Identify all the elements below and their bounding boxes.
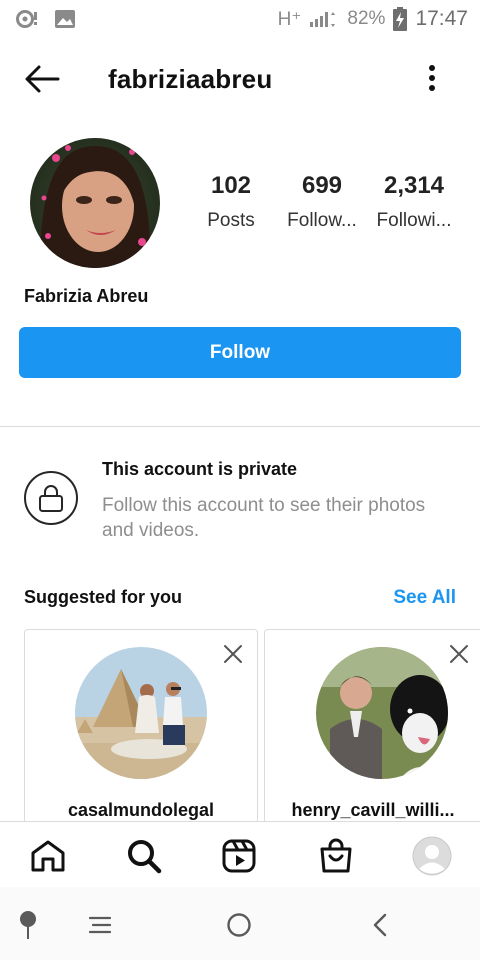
divider: [0, 426, 480, 427]
more-vertical-icon: [429, 65, 435, 91]
private-account-title: This account is private: [102, 459, 298, 479]
suggested-title: Suggested for you: [24, 587, 183, 607]
suggested-handle[interactable]: henry_cavill_willi...: [265, 800, 480, 821]
suggested-card[interactable]: casalmundolegal: [24, 629, 258, 839]
home-icon: [31, 840, 65, 872]
back-system-button[interactable]: [364, 909, 396, 941]
bottom-navigation: [0, 821, 480, 887]
stat-label: Posts: [207, 210, 255, 231]
stat-label: Followi...: [376, 210, 452, 231]
stat-value: 102: [210, 172, 252, 199]
lock-badge: [24, 471, 78, 525]
profile-avatar-icon: [412, 836, 452, 876]
stat-value: 699: [301, 172, 343, 199]
stat-following[interactable]: 2,314 Followi...: [364, 172, 464, 232]
search-icon: [128, 840, 162, 874]
suggested-avatar[interactable]: [316, 647, 448, 779]
signal-icon: [309, 9, 339, 29]
clock: 17:47: [415, 7, 468, 30]
lock-icon: [39, 485, 63, 512]
suggested-avatar[interactable]: [75, 647, 207, 779]
chevron-left-icon: [373, 913, 387, 937]
battery-charging-icon: [393, 7, 408, 31]
follow-button[interactable]: Follow: [19, 327, 461, 378]
stat-value: 2,314: [383, 172, 445, 199]
suggested-handle[interactable]: casalmundolegal: [25, 800, 257, 821]
stat-followers[interactable]: 699 Follow...: [272, 172, 372, 232]
profile-avatar[interactable]: [30, 138, 160, 268]
more-options-button[interactable]: [420, 64, 444, 96]
notification-icon: [16, 8, 40, 30]
stat-label: Follow...: [287, 210, 357, 231]
menu-icon: [88, 916, 112, 934]
status-bar: H⁺ 82% 17:47: [0, 0, 480, 38]
system-navigation-bar: [0, 887, 480, 960]
circle-icon: [227, 913, 251, 937]
assistant-button[interactable]: [12, 909, 44, 941]
battery-percent: 82%: [347, 8, 386, 29]
nav-search[interactable]: [124, 836, 164, 876]
nav-profile[interactable]: [412, 836, 452, 876]
profile-full-name: Fabrizia Abreu: [24, 286, 149, 306]
header-username: fabriziaabreu: [108, 64, 273, 94]
suggested-card[interactable]: henry_cavill_willi...: [264, 629, 480, 839]
pin-icon: [20, 911, 36, 939]
network-type: H⁺: [277, 8, 302, 30]
back-button[interactable]: [24, 64, 60, 94]
arrow-left-icon: [25, 65, 60, 93]
home-button[interactable]: [223, 909, 255, 941]
shop-icon: [320, 838, 352, 873]
see-all-link[interactable]: See All: [393, 587, 456, 609]
dismiss-button[interactable]: [449, 644, 469, 664]
profile-header: fabriziaabreu: [0, 52, 480, 108]
dismiss-button[interactable]: [223, 644, 243, 664]
reels-icon: [222, 839, 256, 873]
nav-reels[interactable]: [219, 836, 259, 876]
nav-shop[interactable]: [316, 836, 356, 876]
gallery-icon: [54, 9, 76, 29]
stat-posts[interactable]: 102 Posts: [181, 172, 281, 232]
private-account-subtitle: Follow this account to see their photos …: [102, 495, 426, 541]
close-icon: [450, 645, 468, 663]
nav-home[interactable]: [28, 836, 68, 876]
recents-button[interactable]: [84, 909, 116, 941]
close-icon: [224, 645, 242, 663]
